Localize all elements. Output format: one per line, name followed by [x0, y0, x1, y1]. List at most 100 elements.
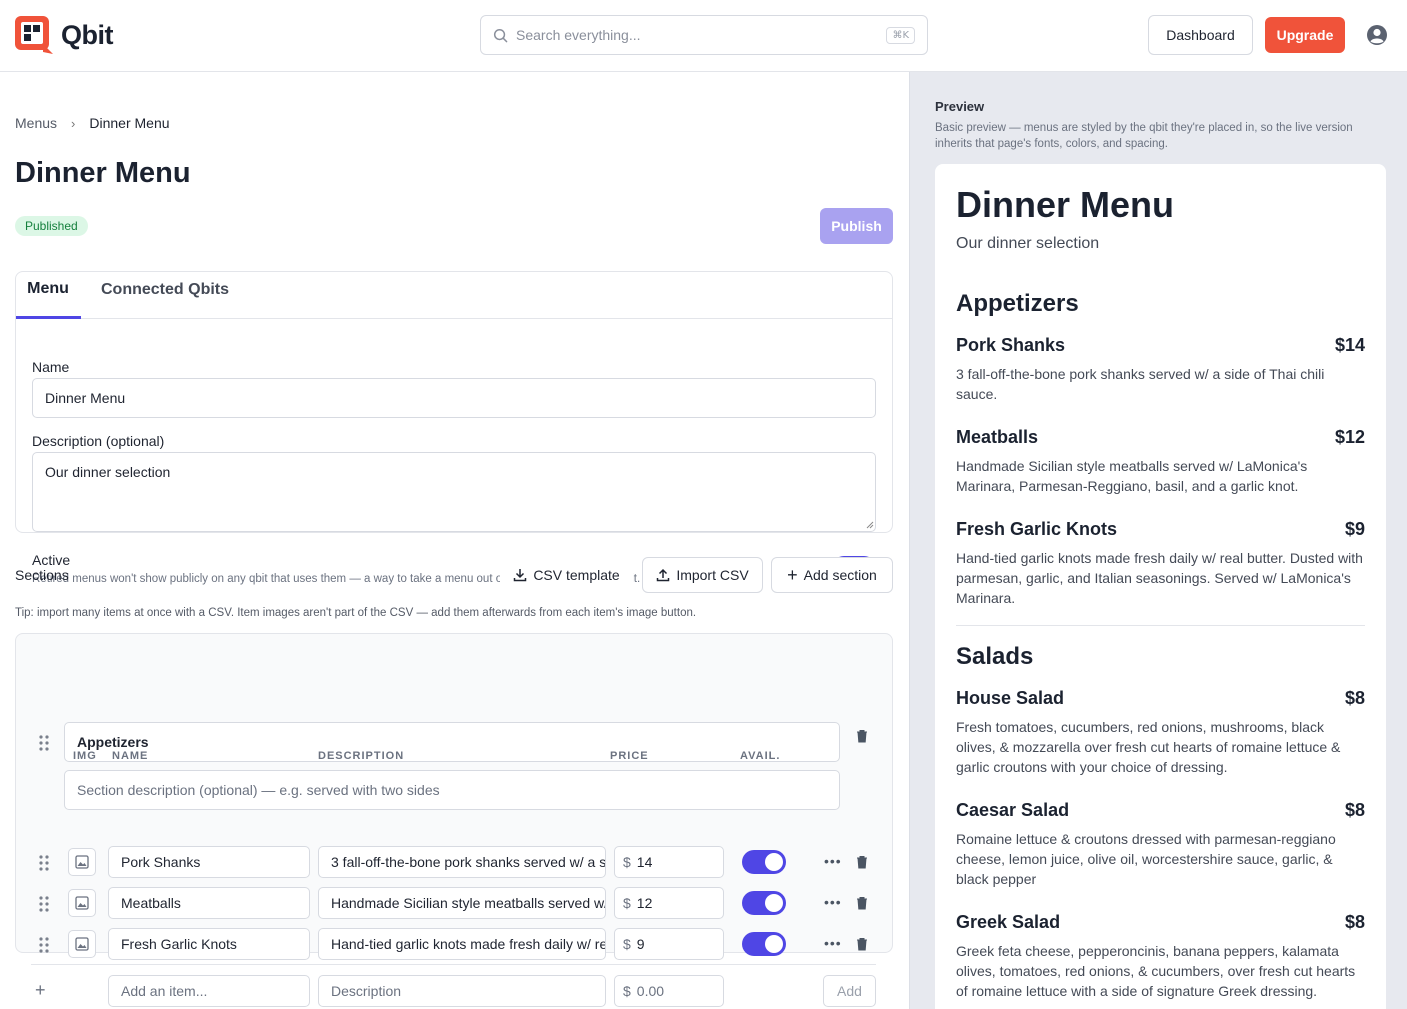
drag-handle-icon[interactable] — [39, 855, 49, 871]
logo[interactable]: Qbit — [15, 16, 114, 54]
preview-item: Meatballs $12 Handmade Sicilian style mea… — [956, 427, 1365, 496]
download-icon — [514, 569, 527, 582]
item-price-input[interactable]: $14 — [614, 846, 724, 878]
new-item-name-input[interactable]: Add an item... — [108, 975, 310, 1007]
sections-title: Sections — [15, 567, 69, 583]
search-shortcut: ⌘K — [886, 26, 915, 44]
item-available-toggle[interactable] — [742, 850, 786, 874]
col-header-img: IMG — [73, 750, 97, 762]
item-price-value: 14 — [636, 854, 653, 870]
item-name-input[interactable]: Fresh Garlic Knots — [108, 928, 310, 960]
preview-item-description: Greek feta cheese, pepperoncinis, banana… — [956, 943, 1356, 999]
top-bar: Qbit Search everything... ⌘K Dashboard U… — [0, 0, 1407, 72]
item-price-input[interactable]: $9 — [614, 928, 724, 960]
item-available-toggle[interactable] — [742, 891, 786, 915]
item-description-input[interactable]: Hand-tied garlic knots made fresh daily … — [318, 928, 606, 960]
csv-template-button[interactable]: CSV template — [500, 557, 633, 593]
more-options-icon[interactable]: ••• — [824, 935, 842, 951]
item-price-input[interactable]: $12 — [614, 887, 724, 919]
new-item-price-input[interactable]: $0.00 — [614, 975, 724, 1007]
name-label: Name — [32, 359, 70, 375]
image-icon — [75, 896, 89, 910]
image-icon — [75, 937, 89, 951]
active-label: Active — [32, 552, 71, 568]
section-description-input[interactable]: Section description (optional) — e.g. se… — [64, 770, 840, 810]
preview-item-description: 3 fall-off-the-bone pork shanks served w… — [956, 366, 1325, 402]
plus-icon: + — [35, 980, 46, 1000]
preview-item-name: Caesar Salad — [956, 800, 1070, 820]
preview-panel: Preview Basic preview — menus are styled… — [909, 72, 1407, 1009]
image-icon — [75, 855, 89, 869]
preview-item: Caesar Salad $8 Romaine lettuce & crouton… — [956, 800, 1365, 889]
drag-handle-icon[interactable] — [39, 735, 49, 751]
drag-handle-icon[interactable] — [39, 896, 49, 912]
more-options-icon[interactable]: ••• — [824, 853, 842, 869]
preview-item-price: $12 — [1334, 427, 1365, 447]
plus-icon: + — [787, 565, 798, 585]
resize-handle-icon[interactable] — [866, 521, 874, 529]
trash-icon[interactable] — [856, 937, 868, 951]
col-header-price: PRICE — [610, 750, 649, 762]
item-image-button[interactable] — [68, 930, 96, 958]
name-input[interactable]: Dinner Menu — [32, 378, 876, 418]
preview-divider — [956, 625, 1365, 626]
publish-button[interactable]: Publish — [820, 208, 893, 244]
preview-item-price: $8 — [1344, 800, 1365, 820]
item-name-input[interactable]: Meatballs — [108, 887, 310, 919]
trash-icon[interactable] — [856, 896, 868, 910]
preview-section-title: Salads — [956, 643, 1034, 670]
currency-symbol: $ — [623, 854, 631, 870]
dashboard-button[interactable]: Dashboard — [1148, 15, 1253, 55]
col-header-description: DESCRIPTION — [318, 750, 405, 762]
trash-icon[interactable] — [856, 729, 868, 743]
preview-item: House Salad $8 Fresh tomatoes, cucumbers,… — [956, 688, 1365, 777]
status-badge: Published — [15, 216, 88, 236]
search-input[interactable]: Search everything... ⌘K — [480, 15, 928, 55]
section-name-input[interactable]: Appetizers — [64, 722, 840, 762]
item-image-button[interactable] — [68, 848, 96, 876]
trash-icon[interactable] — [856, 855, 868, 869]
preview-item: Greek Salad $8 Greek feta cheese, peppero… — [956, 912, 1365, 1001]
preview-section-title: Appetizers — [956, 290, 1079, 317]
preview-note: Basic preview — menus are styled by the … — [935, 122, 1353, 150]
import-csv-button[interactable]: Import CSV — [642, 557, 763, 593]
divider — [31, 964, 876, 965]
new-item-description-input[interactable]: Description — [318, 975, 606, 1007]
csv-template-label: CSV template — [533, 567, 620, 583]
add-section-label: Add section — [803, 567, 877, 583]
description-textarea[interactable]: Our dinner selection — [32, 452, 876, 532]
chevron-right-icon: › — [71, 115, 76, 131]
item-name-input[interactable]: Pork Shanks — [108, 846, 310, 878]
item-description-input[interactable]: 3 fall-off-the-bone pork shanks served w… — [318, 846, 606, 878]
new-item-price-placeholder: 0.00 — [636, 983, 665, 999]
search-icon — [493, 28, 508, 42]
breadcrumb: Menus › Dinner Menu — [15, 115, 170, 131]
more-options-icon[interactable]: ••• — [824, 894, 842, 910]
item-image-button[interactable] — [68, 889, 96, 917]
csv-tip: Tip: import many items at once with a CS… — [15, 607, 697, 619]
preview-item-description: Handmade Sicilian style meatballs served… — [956, 458, 1308, 494]
currency-symbol: $ — [623, 983, 631, 999]
currency-symbol: $ — [623, 895, 631, 911]
user-avatar-icon[interactable] — [1366, 24, 1388, 46]
preview-item-price: $8 — [1344, 688, 1365, 708]
description-label: Description (optional) — [32, 433, 165, 449]
breadcrumb-current: Dinner Menu — [89, 115, 170, 131]
add-section-button[interactable]: + Add section — [771, 557, 893, 593]
preview-description: Our dinner selection — [956, 235, 1100, 252]
col-header-avail: AVAIL. — [740, 750, 781, 762]
add-item-button[interactable]: Add — [823, 975, 876, 1007]
breadcrumb-menus-link[interactable]: Menus — [15, 115, 57, 131]
preview-item-description: Hand-tied garlic knots made fresh daily … — [956, 550, 1363, 606]
preview-item-description: Fresh tomatoes, cucumbers, red onions, m… — [956, 719, 1341, 775]
item-description-input[interactable]: Handmade Sicilian style meatballs served… — [318, 887, 606, 919]
preview-item-price: $14 — [1334, 335, 1365, 355]
drag-handle-icon[interactable] — [39, 937, 49, 953]
preview-item-name: House Salad — [956, 688, 1065, 708]
item-available-toggle[interactable] — [742, 932, 786, 956]
upload-icon — [657, 568, 670, 582]
logo-text: Qbit — [61, 19, 114, 50]
preview-card: Dinner Menu Our dinner selection Appetiz… — [935, 164, 1386, 1009]
preview-item-price: $9 — [1344, 519, 1365, 539]
upgrade-button[interactable]: Upgrade — [1265, 17, 1345, 53]
